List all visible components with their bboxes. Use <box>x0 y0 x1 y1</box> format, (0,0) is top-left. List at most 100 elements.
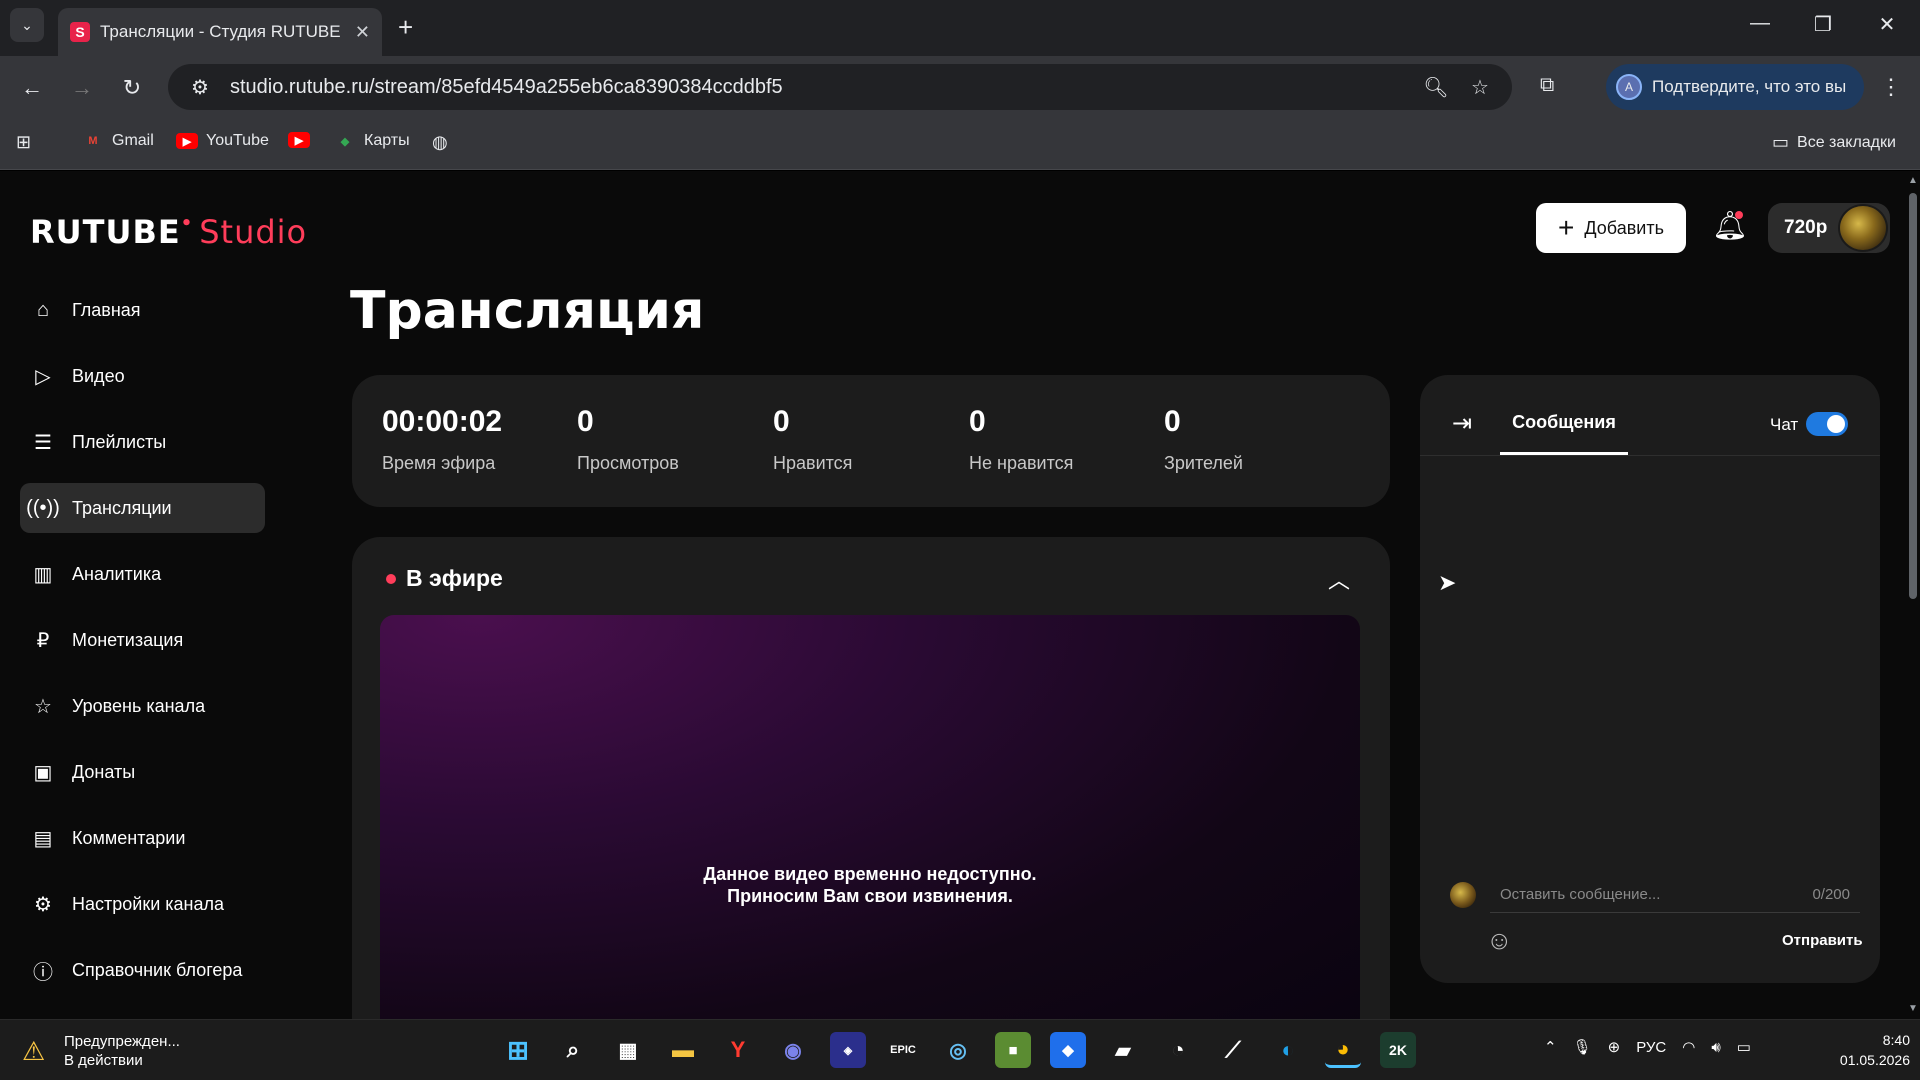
close-tab-icon[interactable]: ✕ <box>355 22 370 43</box>
wifi-icon[interactable]: ◠ <box>1682 1038 1695 1056</box>
reload-icon[interactable]: ↻ <box>116 72 148 104</box>
mouse-cursor-icon: ➤ <box>1438 570 1457 595</box>
analytics-icon: ▥ <box>33 563 53 586</box>
restore-button[interactable]: ❐ <box>1793 12 1853 37</box>
taskbar-warning-widget[interactable]: ⚠ Предупрежден... В действии <box>22 1032 180 1070</box>
sidebar-item-home[interactable]: ⌂ Главная <box>20 285 265 335</box>
teams-icon[interactable]: ◉ <box>775 1032 811 1068</box>
send-button[interactable]: Отправить <box>1782 932 1863 949</box>
search-icon[interactable]: ⌕ <box>555 1032 591 1068</box>
steam-icon[interactable]: ◎ <box>940 1032 976 1068</box>
forward-arrow-icon[interactable]: → <box>66 72 98 104</box>
live-title: В эфире <box>406 565 503 591</box>
chat-input-placeholder: Оставить сообщение... <box>1500 886 1661 903</box>
chat-message-input[interactable]: Оставить сообщение... 0/200 <box>1490 877 1860 913</box>
sidebar-item-comments[interactable]: ▤ Комментарии <box>20 813 265 863</box>
edge-icon[interactable]: ◐ <box>1270 1032 1306 1068</box>
browser-menu-icon[interactable]: ⋮ <box>1880 74 1902 100</box>
page-title: Трансляция <box>350 281 705 341</box>
bookmark-maps[interactable]: ◆ Карты <box>334 132 410 150</box>
tab-messages[interactable]: Сообщения <box>1500 395 1628 455</box>
obs-icon[interactable]: ◔ <box>1160 1032 1196 1068</box>
epic-games-icon[interactable]: EPIC <box>885 1032 921 1068</box>
volume-icon[interactable]: 🔊︎ <box>1711 1039 1720 1056</box>
sidebar-item-playlists[interactable]: ☰ Плейлисты <box>20 417 265 467</box>
plus-icon: + <box>1558 212 1575 243</box>
sidebar: ⌂ Главная ▷ Видео ☰ Плейлисты ((•)) Трансляц… <box>20 285 265 1011</box>
chat-panel: ⇥ Сообщения Чат Оставить сообщение... 0/… <box>1420 375 1880 983</box>
yandex-browser-icon[interactable]: Y <box>720 1032 756 1068</box>
page-scrollbar[interactable]: ▲ ▼ <box>1906 171 1920 1019</box>
stat-value: 0 <box>773 405 790 438</box>
chevron-up-icon[interactable]: ⌃ <box>1544 1038 1557 1056</box>
roblox-icon[interactable]: ▰ <box>1105 1032 1141 1068</box>
sidebar-item-donations[interactable]: ▣ Донаты <box>20 747 265 797</box>
video-icon: ▷ <box>35 365 51 388</box>
microphone-icon[interactable]: 🎙︎ <box>1573 1038 1592 1056</box>
browser-tab-active[interactable]: S Трансляции - Студия RUTUBE ✕ <box>58 8 382 56</box>
stat-value: 0 <box>577 405 594 438</box>
stat-label: Нравится <box>773 453 853 473</box>
chat-user-avatar <box>1450 882 1476 908</box>
chat-toggle[interactable] <box>1806 412 1848 436</box>
back-arrow-icon[interactable]: ← <box>16 72 48 104</box>
battery-icon[interactable]: ▭ <box>1737 1038 1751 1056</box>
stat-views: 0 Просмотров <box>577 405 679 474</box>
roblox-studio-icon[interactable]: ◆ <box>1050 1032 1086 1068</box>
youtube-icon: ▶ <box>288 132 310 148</box>
windows-start-icon[interactable]: ⊞ <box>500 1032 536 1068</box>
language-indicator[interactable]: РУС <box>1636 1039 1666 1056</box>
extensions-icon[interactable]: ⧉ <box>1540 74 1554 97</box>
sidebar-item-video[interactable]: ▷ Видео <box>20 351 265 401</box>
bookmark-gmail[interactable]: M Gmail <box>82 132 153 150</box>
bookmark-youtube-2[interactable]: ▶ <box>288 132 310 148</box>
sidebar-item-broadcasts[interactable]: ((•)) Трансляции <box>20 483 265 533</box>
browser-tabstrip: ⌄ S Трансляции - Студия RUTUBE ✕ + — ❐ ✕ <box>0 0 1920 56</box>
minimize-button[interactable]: — <box>1730 12 1790 35</box>
site-info-icon[interactable]: ⚙ <box>186 75 214 100</box>
scroll-down-icon[interactable]: ▼ <box>1908 1003 1918 1014</box>
sidebar-item-blogger-guide[interactable]: ⓘ Справочник блогера <box>20 945 265 995</box>
bookmark-globe[interactable]: ◍ <box>432 132 448 153</box>
bookmark-youtube[interactable]: ▶ YouTube <box>176 132 269 150</box>
chevron-up-icon[interactable]: ︿ <box>1328 563 1350 595</box>
system-tray: ⌃ 🎙︎ ⊕ РУС ◠ 🔊︎ ▭ <box>1544 1038 1751 1057</box>
scroll-thumb[interactable] <box>1909 193 1917 599</box>
clock-date: 01.05.2026 <box>1839 1052 1910 1068</box>
game-app-icon[interactable]: ◈ <box>830 1032 866 1068</box>
sidebar-item-analytics[interactable]: ▥ Аналитика <box>20 549 265 599</box>
tab-search-button[interactable]: ⌄ <box>10 8 44 42</box>
user-avatar[interactable] <box>1838 204 1888 252</box>
rutube-studio-logo[interactable]: RUTUBE• Studio <box>30 213 307 251</box>
new-tab-button[interactable]: + <box>398 14 413 40</box>
scroll-up-icon[interactable]: ▲ <box>1908 175 1918 186</box>
stream-stats-panel: 00:00:02 Время эфира 0 Просмотров 0 Нрав… <box>352 375 1390 507</box>
emoji-icon[interactable]: ☺ <box>1486 925 1513 956</box>
apps-grid-icon[interactable]: ⊞ <box>16 132 31 153</box>
all-bookmarks-button[interactable]: ▭ Все закладки <box>1772 132 1896 153</box>
add-button[interactable]: + Добавить <box>1536 203 1686 253</box>
broadcast-icon: ((•)) <box>26 496 60 519</box>
zoom-icon[interactable]: 🔍︎ <box>1422 75 1450 100</box>
chrome-icon[interactable]: ◕ <box>1325 1032 1361 1068</box>
bookmark-star-icon[interactable]: ☆ <box>1466 75 1494 100</box>
address-bar[interactable]: ⚙ studio.rutube.ru/stream/85efd4549a255e… <box>168 64 1512 110</box>
feather-app-icon[interactable]: ⟋ <box>1215 1032 1251 1068</box>
network-status-icon[interactable]: ⊕ <box>1608 1038 1621 1056</box>
globe-icon: ◍ <box>432 132 448 152</box>
nba2k-icon[interactable]: 2K <box>1380 1032 1416 1068</box>
video-player[interactable]: Данное видео временно недоступно. Принос… <box>380 615 1360 1019</box>
taskbar-clock[interactable]: 8:40 01.05.2026 <box>1820 1030 1910 1070</box>
sidebar-item-channel-level[interactable]: ☆ Уровень канала <box>20 681 265 731</box>
warning-icon: ⚠ <box>22 1036 46 1066</box>
url-text[interactable]: studio.rutube.ru/stream/85efd4549a255eb6… <box>230 76 1406 99</box>
collapse-panel-icon[interactable]: ⇥ <box>1452 409 1472 438</box>
close-window-button[interactable]: ✕ <box>1857 12 1917 37</box>
file-explorer-icon[interactable]: ▬ <box>665 1032 701 1068</box>
minecraft-icon[interactable]: ■ <box>995 1032 1031 1068</box>
sidebar-item-monetization[interactable]: ₽ Монетизация <box>20 615 265 665</box>
sidebar-item-channel-settings[interactable]: ⚙ Настройки канала <box>20 879 265 929</box>
toggle-knob <box>1827 415 1845 433</box>
task-view-icon[interactable]: ▦ <box>610 1032 646 1068</box>
profile-verify-button[interactable]: A Подтвердите, что это вы <box>1606 64 1864 110</box>
